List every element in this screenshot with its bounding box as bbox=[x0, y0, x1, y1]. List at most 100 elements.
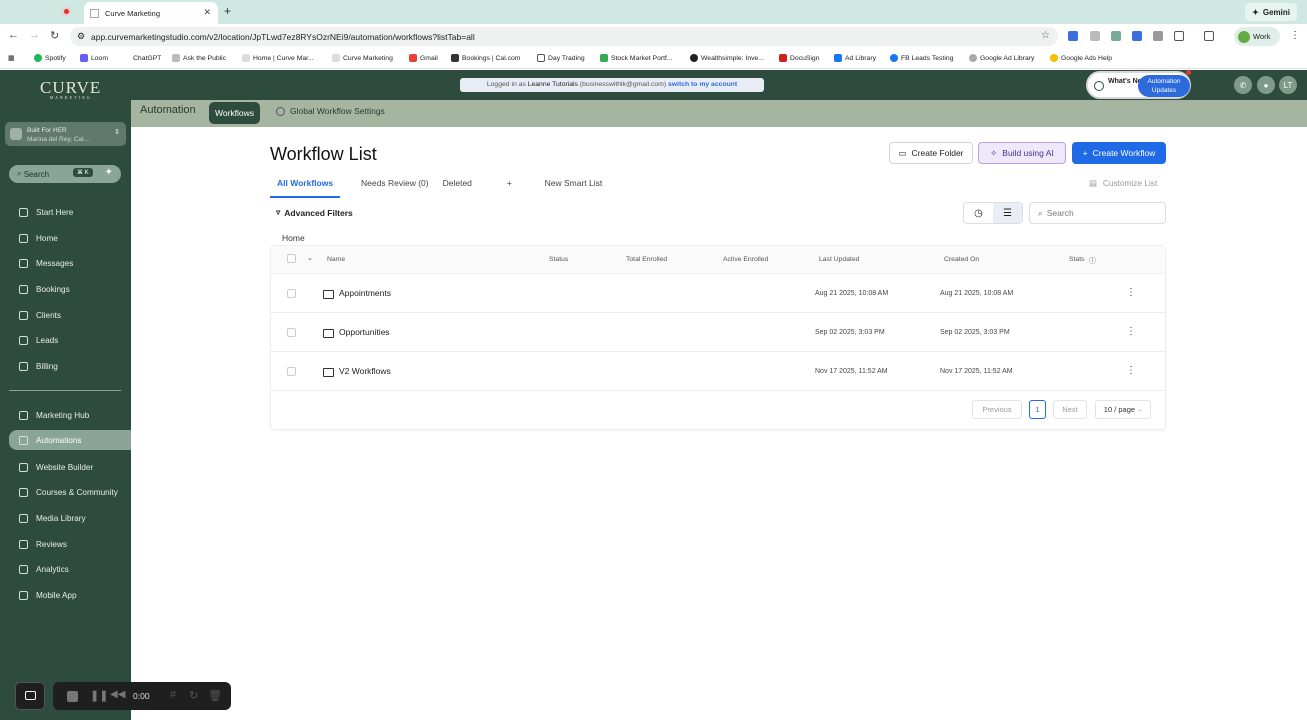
sidebar-item-website-builder[interactable]: Website Builder bbox=[9, 457, 131, 477]
tab-workflows[interactable]: Workflows bbox=[209, 102, 260, 124]
reload-icon[interactable]: ↻ bbox=[50, 29, 59, 42]
row-checkbox[interactable] bbox=[287, 289, 296, 298]
apps-grid-icon[interactable]: ▦ bbox=[8, 54, 14, 62]
restart-icon[interactable]: ◀◀ bbox=[110, 689, 125, 700]
bookmark-item[interactable]: Stock Market Portf... bbox=[600, 54, 673, 62]
tab-all-workflows[interactable]: All Workflows bbox=[270, 178, 341, 198]
url-input[interactable]: ⚙ app.curvemarketingstudio.com/v2/locati… bbox=[70, 27, 1058, 46]
sidebar-item-reviews[interactable]: Reviews bbox=[9, 534, 131, 554]
bookmark-folder[interactable]: Day Trading bbox=[537, 54, 585, 62]
sidebar-item-leads[interactable]: Leads bbox=[9, 330, 131, 350]
create-folder-button[interactable]: ▭ Create Folder bbox=[889, 142, 973, 164]
page-number-button[interactable]: 1 bbox=[1029, 400, 1046, 419]
build-using-ai-button[interactable]: ✧ Build using AI bbox=[978, 142, 1066, 164]
more-options-icon[interactable]: ⋮ bbox=[1126, 365, 1136, 376]
extension-icon[interactable] bbox=[1090, 31, 1100, 41]
sidebar-item-bookings[interactable]: Bookings bbox=[9, 279, 131, 299]
bookmark-item[interactable]: Loom bbox=[80, 54, 108, 62]
new-smart-list-button[interactable]: + New Smart List bbox=[493, 178, 630, 198]
more-options-icon[interactable]: ⋮ bbox=[1126, 326, 1136, 337]
profile-button[interactable]: Work bbox=[1234, 27, 1280, 46]
sidebar-item-start-here[interactable]: Start Here bbox=[9, 202, 131, 222]
bookmark-item[interactable]: Spotify bbox=[34, 54, 66, 62]
sidebar-item-analytics[interactable]: Analytics bbox=[9, 559, 131, 579]
bookmark-item[interactable]: Gmail bbox=[409, 54, 438, 62]
table-row[interactable]: V2 Workflows Nov 17 2025, 11:52 AM Nov 1… bbox=[271, 351, 1165, 390]
sidebar-item-automations[interactable]: Automations bbox=[9, 430, 131, 450]
phone-icon[interactable]: ✆ bbox=[1234, 76, 1252, 94]
bookmark-item[interactable]: Ad Library bbox=[834, 54, 876, 62]
sidebar-item-clients[interactable]: Clients bbox=[9, 305, 131, 325]
browser-menu-icon[interactable]: ⋮ bbox=[1290, 30, 1300, 41]
stop-icon[interactable] bbox=[67, 691, 78, 702]
bookmark-item[interactable]: Google Ad Library bbox=[969, 54, 1034, 62]
sidebar-search[interactable]: ⌕ Search ⌘ K ✦ bbox=[9, 165, 121, 183]
bookmark-item[interactable]: Wealthsimple: Inve... bbox=[690, 54, 764, 62]
table-row[interactable]: Opportunities Sep 02 2025, 3:03 PM Sep 0… bbox=[271, 312, 1165, 351]
gemini-button[interactable]: ✦ Gemini bbox=[1245, 3, 1297, 21]
browser-tab[interactable]: Curve Marketing ✕ bbox=[84, 2, 218, 24]
close-tab-icon[interactable]: ✕ bbox=[203, 7, 211, 18]
more-options-icon[interactable]: ⋮ bbox=[1126, 287, 1136, 298]
bookmark-item[interactable]: Home | Curve Mar... bbox=[242, 54, 314, 62]
clock-icon[interactable]: ◷ bbox=[964, 203, 993, 223]
sparkle-icon[interactable]: ✦ bbox=[105, 167, 113, 178]
bookmark-item[interactable]: Curve Marketing bbox=[332, 54, 393, 62]
users-icon bbox=[19, 335, 28, 345]
bookmark-item[interactable]: ChatGPT bbox=[122, 54, 161, 62]
camera-toggle-button[interactable] bbox=[15, 682, 45, 710]
bookmark-star-icon[interactable]: ☆ bbox=[1041, 30, 1050, 41]
row-checkbox[interactable] bbox=[287, 328, 296, 337]
create-workflow-button[interactable]: + Create Workflow bbox=[1072, 142, 1166, 164]
sidebar-item-billing[interactable]: Billing bbox=[9, 356, 131, 376]
dollar-icon bbox=[19, 361, 28, 371]
row-checkbox[interactable] bbox=[287, 367, 296, 376]
sidebar-item-home[interactable]: Home bbox=[9, 228, 131, 248]
sidebar-item-media-library[interactable]: Media Library bbox=[9, 508, 131, 528]
sidebar-item-marketing-hub[interactable]: Marketing Hub bbox=[9, 405, 131, 425]
tab-global-workflow-settings[interactable]: Global Workflow Settings bbox=[276, 106, 385, 116]
location-avatar bbox=[10, 128, 22, 140]
pause-icon[interactable]: ❚❚ bbox=[90, 689, 108, 702]
search-input[interactable]: ⌕ Search bbox=[1029, 202, 1166, 224]
bell-icon[interactable]: ● bbox=[1257, 76, 1275, 94]
info-icon[interactable]: ⓘ bbox=[1089, 256, 1096, 266]
chevron-down-icon[interactable]: ⌄ bbox=[307, 254, 313, 262]
list-view-icon[interactable]: ☰ bbox=[993, 203, 1022, 223]
extension-icon[interactable] bbox=[1068, 31, 1078, 41]
avatar[interactable]: LT bbox=[1279, 76, 1297, 94]
camera-icon[interactable] bbox=[1153, 31, 1163, 41]
extension-icon[interactable] bbox=[1132, 31, 1142, 41]
breadcrumb[interactable]: Home bbox=[282, 233, 305, 243]
bookmark-item[interactable]: DocuSign bbox=[779, 54, 819, 62]
site-settings-icon[interactable]: ⚙ bbox=[77, 31, 85, 42]
table-row[interactable]: Appointments Aug 21 2025, 10:08 AM Aug 2… bbox=[271, 273, 1165, 312]
whats-new-button[interactable]: What's New Automation Updates bbox=[1086, 71, 1191, 99]
advanced-filters-button[interactable]: ▿ Advanced Filters bbox=[276, 207, 353, 218]
forward-icon[interactable]: → bbox=[29, 29, 40, 41]
bookmark-item[interactable]: Google Ads Help bbox=[1050, 54, 1112, 62]
sidebar-item-mobile-app[interactable]: Mobile App bbox=[9, 585, 131, 605]
tab-needs-review[interactable]: Needs Review (0) bbox=[354, 178, 436, 198]
extensions-puzzle-icon[interactable] bbox=[1174, 31, 1184, 41]
sidepanel-icon[interactable] bbox=[1204, 31, 1214, 41]
switch-account-link[interactable]: switch to my account bbox=[668, 81, 737, 88]
bookmark-item[interactable]: Bookings | Cal.com bbox=[451, 54, 520, 62]
location-switcher[interactable]: Built For HER Marina del Rey, Cal... ⇕ bbox=[5, 122, 126, 146]
automation-updates-badge[interactable]: Automation Updates bbox=[1138, 75, 1190, 97]
tab-deleted[interactable]: Deleted bbox=[436, 178, 479, 198]
back-icon[interactable]: ← bbox=[8, 29, 19, 41]
bookmark-item[interactable]: FB Leads Testing bbox=[890, 54, 953, 62]
bookmark-item[interactable]: Ask the Public bbox=[172, 54, 226, 62]
page-size-select[interactable]: 10 / page ⌄ bbox=[1095, 400, 1151, 419]
customize-list-button[interactable]: ▤ Customize List bbox=[1089, 178, 1157, 188]
location-sub: Marina del Rey, Cal... bbox=[27, 136, 90, 143]
brand-logo[interactable]: CURVE MARKETING bbox=[40, 78, 101, 100]
sidebar-item-courses[interactable]: Courses & Community bbox=[9, 482, 131, 502]
extension-icon[interactable] bbox=[1111, 31, 1121, 41]
sidebar-item-messages[interactable]: Messages bbox=[9, 253, 131, 273]
select-all-checkbox[interactable] bbox=[287, 254, 296, 263]
previous-page-button[interactable]: Previous bbox=[972, 400, 1022, 419]
next-page-button[interactable]: Next bbox=[1053, 400, 1087, 419]
new-tab-icon[interactable]: + bbox=[224, 4, 231, 18]
